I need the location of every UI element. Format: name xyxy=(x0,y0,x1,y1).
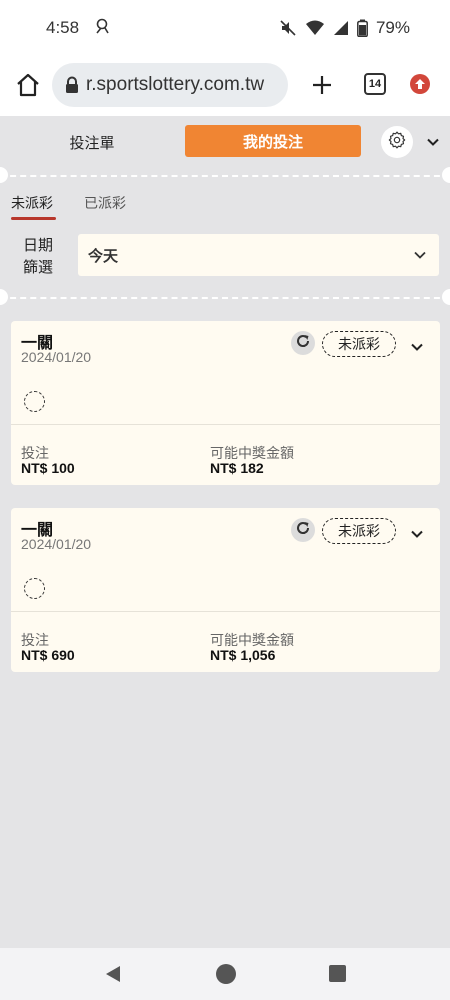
browser-toolbar: r.sportslottery.com.tw 14 xyxy=(0,56,450,116)
divider xyxy=(0,175,450,177)
chevron-down-icon[interactable] xyxy=(426,134,440,148)
refresh-icon xyxy=(295,520,311,540)
payout-value: NT$ 182 xyxy=(210,460,264,476)
date-filter-value: 今天 xyxy=(88,246,119,265)
card-divider xyxy=(11,424,440,425)
status-badge: 未派彩 xyxy=(322,331,396,357)
address-bar[interactable]: r.sportslottery.com.tw xyxy=(52,63,288,107)
wifi-icon xyxy=(305,19,325,37)
back-icon[interactable] xyxy=(104,964,122,984)
home-circle-icon[interactable] xyxy=(216,964,236,984)
bet-card[interactable]: 一關 2024/01/20 未派彩 投注 NT$ 100 可能中獎金額 NT$ … xyxy=(11,321,440,485)
date-filter-select[interactable]: 今天 xyxy=(78,234,439,276)
url-text: r.sportslottery.com.tw xyxy=(86,74,265,95)
bet-card[interactable]: 一關 2024/01/20 未派彩 投注 NT$ 690 可能中獎金額 NT$ … xyxy=(11,508,440,672)
stake-value: NT$ 690 xyxy=(21,647,75,663)
date-filter-label-line1: 日期 xyxy=(22,236,53,254)
home-icon[interactable] xyxy=(14,71,42,99)
date-filter-label: 日期 篩選 xyxy=(14,234,62,278)
date-filter-label-line2: 篩選 xyxy=(22,258,53,276)
update-icon[interactable] xyxy=(410,74,430,94)
tab-switcher-button[interactable]: 14 xyxy=(364,73,386,95)
status-time: 4:58 xyxy=(46,18,80,37)
app-header: 投注單 我的投注 xyxy=(0,117,450,173)
assistant-icon xyxy=(93,17,111,40)
settings-button[interactable] xyxy=(381,126,413,158)
ticket-notch xyxy=(442,289,450,305)
payout-value: NT$ 1,056 xyxy=(210,647,276,663)
battery-percent: 79% xyxy=(375,18,410,37)
active-tab-indicator xyxy=(11,217,56,220)
refresh-button[interactable] xyxy=(291,331,315,355)
status-bar: 4:58 79% xyxy=(0,0,450,56)
recents-square-icon[interactable] xyxy=(329,965,346,982)
tab-my-bets[interactable]: 我的投注 xyxy=(185,125,361,157)
mute-icon xyxy=(279,19,297,37)
chevron-down-icon[interactable] xyxy=(410,339,424,353)
new-tab-icon[interactable] xyxy=(309,72,335,98)
ticket-notch xyxy=(0,289,8,305)
bet-date: 2024/01/20 xyxy=(21,349,92,365)
battery-icon xyxy=(357,19,368,37)
tab-unsettled[interactable]: 未派彩 xyxy=(11,193,53,213)
chevron-down-icon xyxy=(413,248,427,262)
chevron-down-icon[interactable] xyxy=(410,526,424,540)
stake-value: NT$ 100 xyxy=(21,460,75,476)
signal-icon xyxy=(333,19,349,37)
divider xyxy=(0,297,450,299)
placeholder-circle-icon xyxy=(24,391,45,412)
lock-icon xyxy=(64,76,80,94)
ticket-notch xyxy=(442,167,450,183)
refresh-button[interactable] xyxy=(291,518,315,542)
bet-date: 2024/01/20 xyxy=(21,536,92,552)
card-divider xyxy=(11,611,440,612)
system-nav-bar xyxy=(0,948,450,1000)
tab-settled[interactable]: 已派彩 xyxy=(84,193,126,213)
placeholder-circle-icon xyxy=(24,578,45,599)
refresh-icon xyxy=(295,333,311,353)
status-badge: 未派彩 xyxy=(322,518,396,544)
tab-betslip[interactable]: 投注單 xyxy=(44,125,140,159)
gear-icon xyxy=(387,130,407,154)
